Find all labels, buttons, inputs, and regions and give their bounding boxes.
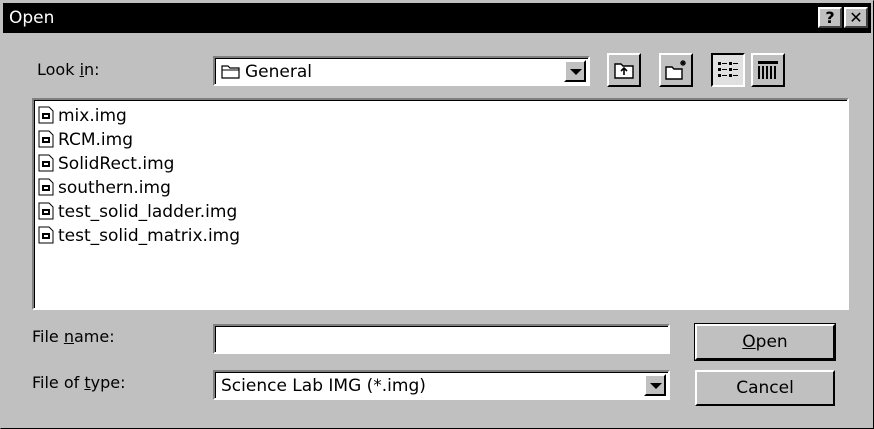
file-icon <box>38 226 54 244</box>
file-name: SolidRect.img <box>58 154 175 174</box>
file-item-test-solid-ladder[interactable]: test_solid_ladder.img <box>38 200 237 224</box>
file-item-southern[interactable]: southern.img <box>38 176 171 200</box>
up-one-level-icon <box>614 63 634 79</box>
create-new-folder-icon <box>665 60 686 80</box>
file-icon <box>38 154 54 172</box>
list-view-icon <box>718 62 738 77</box>
look-in-dropdown-button[interactable] <box>564 60 586 82</box>
file-name: test_solid_ladder.img <box>58 202 238 222</box>
file-item-solidrect[interactable]: SolidRect.img <box>38 152 174 176</box>
file-name-label: File name: <box>32 327 115 346</box>
file-icon <box>38 106 54 124</box>
file-type-value: Science Lab IMG (*.img) <box>221 376 426 396</box>
look-in-value: General <box>245 62 312 82</box>
window-title: Open <box>9 8 55 28</box>
up-one-level-button[interactable] <box>607 53 641 87</box>
file-name: mix.img <box>58 106 127 126</box>
folder-icon <box>221 63 241 83</box>
cancel-button[interactable]: Cancel <box>695 370 835 406</box>
file-name: test_solid_matrix.img <box>58 226 241 246</box>
file-item-rcm[interactable]: RCM.img <box>38 128 133 152</box>
close-button[interactable]: ✕ <box>844 7 868 28</box>
file-item-test-solid-matrix[interactable]: test_solid_matrix.img <box>38 224 240 248</box>
file-name: RCM.img <box>58 130 133 150</box>
file-type-combobox[interactable]: Science Lab IMG (*.img) <box>213 370 670 400</box>
open-dialog: Open ? ✕ Look in: General mix.img RCM.im… <box>0 0 874 429</box>
file-list[interactable]: mix.img RCM.img SolidRect.img southern.i… <box>32 98 849 310</box>
list-view-button[interactable] <box>711 53 745 87</box>
details-view-icon <box>758 61 778 79</box>
look-in-combobox[interactable]: General <box>213 56 590 86</box>
look-in-label: Look in: <box>37 60 100 79</box>
file-type-dropdown-button[interactable] <box>644 374 666 396</box>
file-type-label: File of type: <box>32 373 126 392</box>
create-new-folder-button[interactable] <box>659 53 693 87</box>
open-button[interactable]: Open <box>694 323 836 361</box>
file-icon <box>38 202 54 220</box>
file-name-input[interactable] <box>213 324 670 354</box>
file-icon <box>38 130 54 148</box>
file-item-mix[interactable]: mix.img <box>38 104 127 128</box>
file-icon <box>38 178 54 196</box>
details-view-button[interactable] <box>751 53 785 87</box>
file-name: southern.img <box>58 178 171 198</box>
title-bar[interactable]: Open ? ✕ <box>3 3 871 33</box>
help-button[interactable]: ? <box>818 7 842 28</box>
